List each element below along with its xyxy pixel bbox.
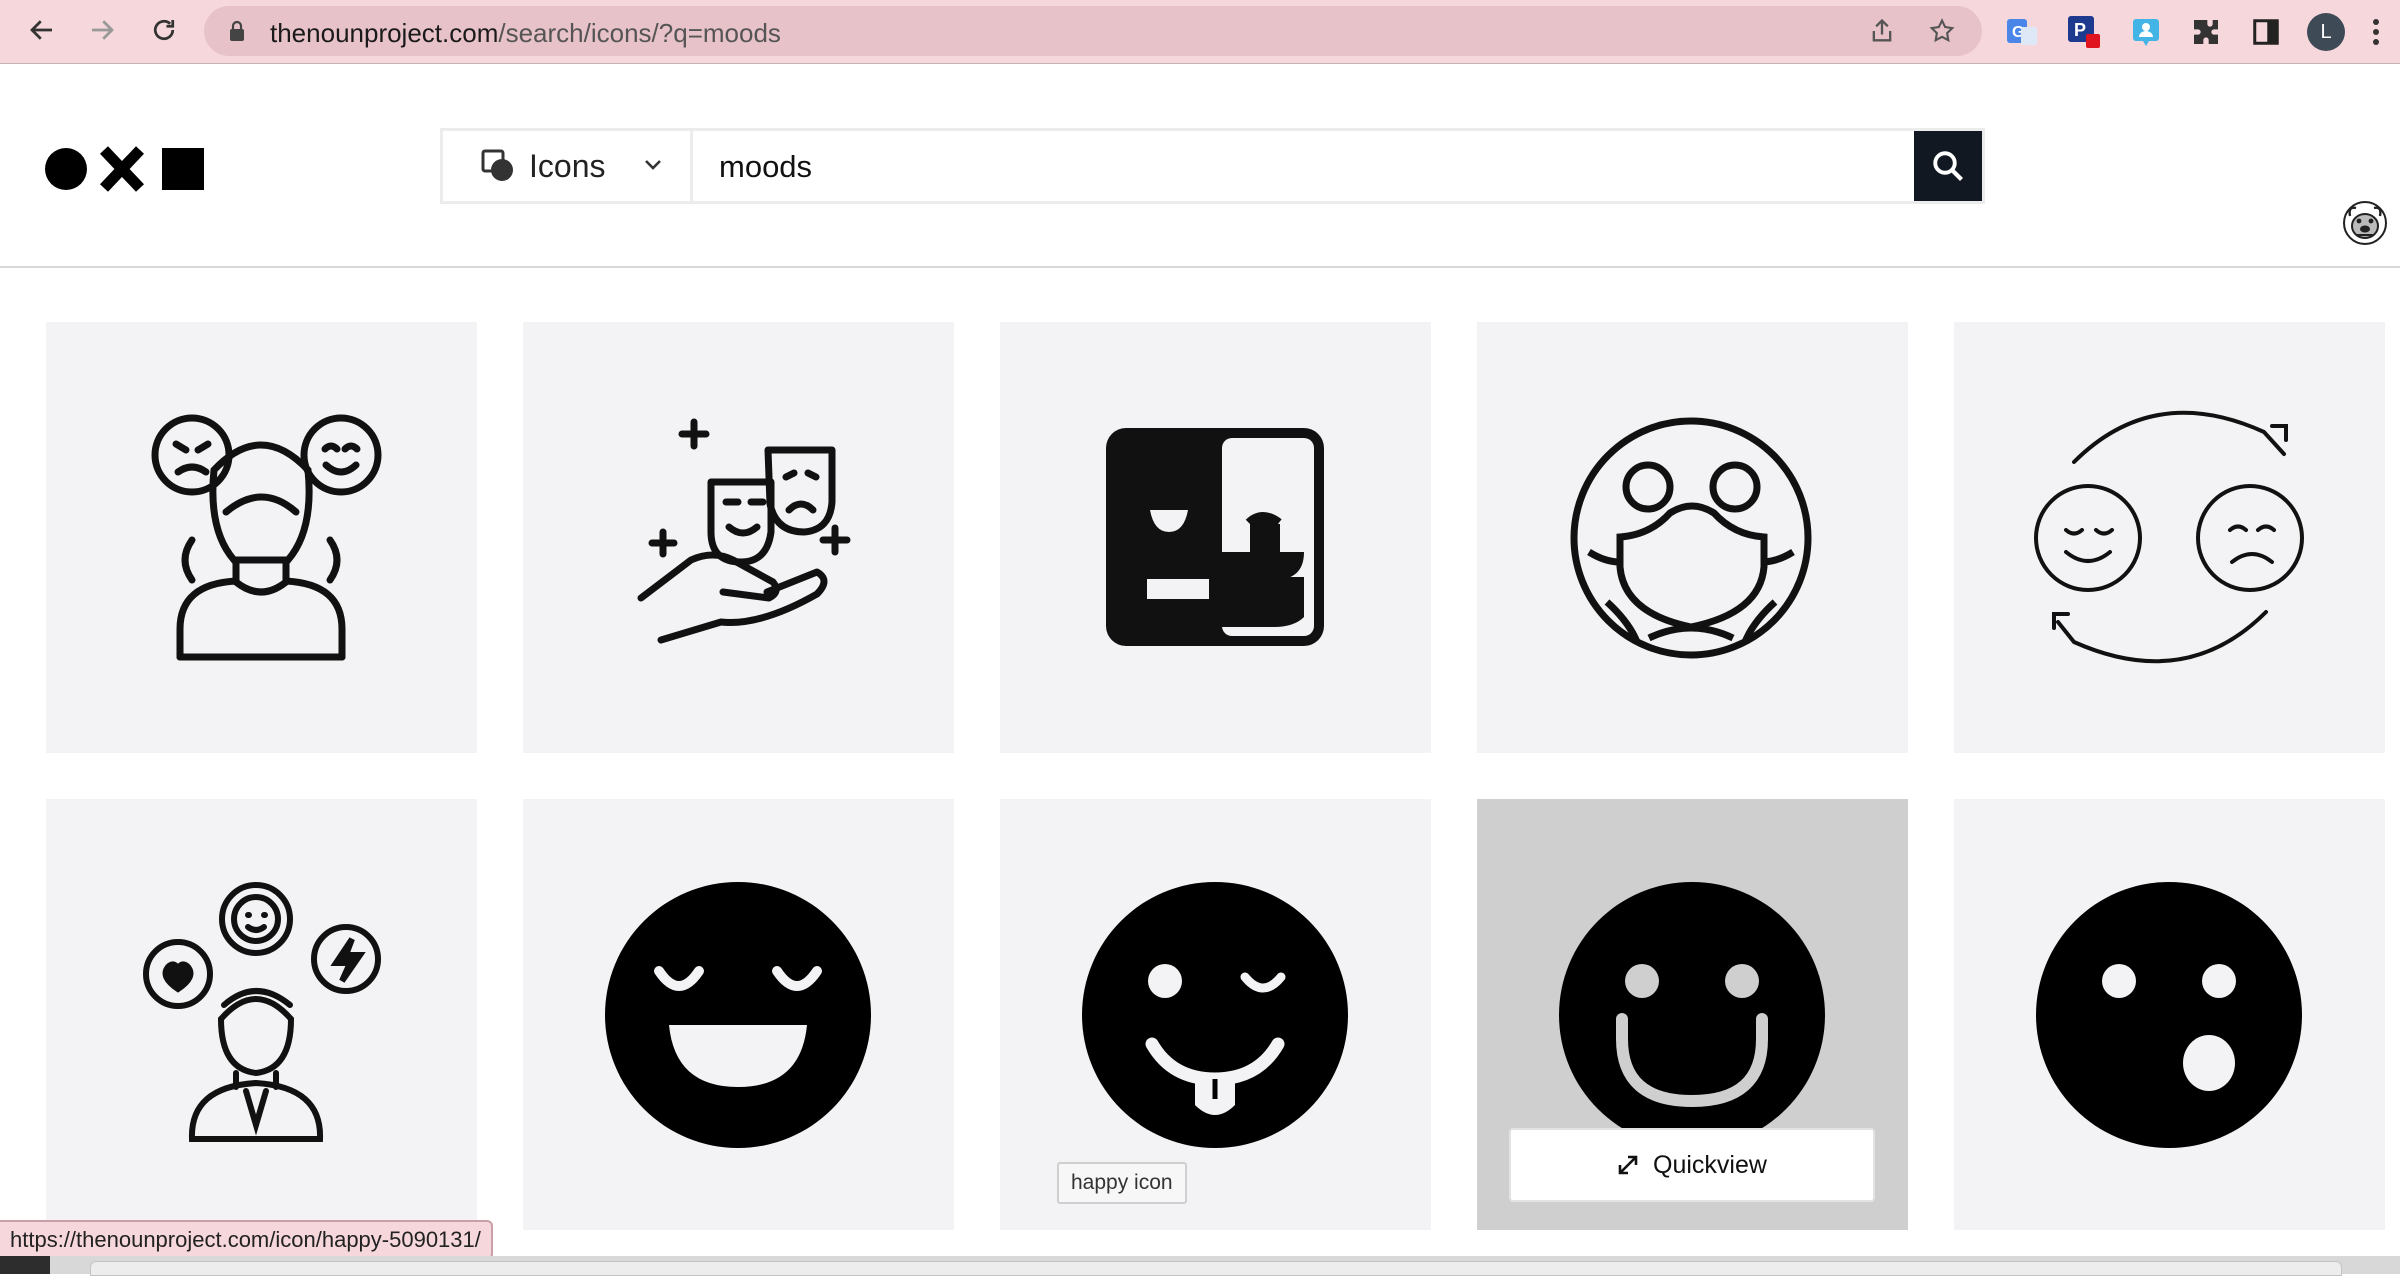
more-vertical-icon	[2373, 19, 2379, 45]
result-tile[interactable]	[1954, 799, 2385, 1230]
puzzle-piece-icon	[2194, 20, 2218, 44]
result-tile[interactable]	[1477, 322, 1908, 753]
site-header: Icons	[0, 64, 2400, 268]
back-arrow-icon	[30, 20, 52, 40]
mood-swing-icon	[2034, 410, 2304, 664]
share-icon[interactable]	[1868, 17, 1896, 45]
translate-icon: G	[2007, 19, 2037, 45]
svg-text:P: P	[2074, 20, 2086, 40]
url-path: /search/icons/?q=moods	[498, 18, 781, 48]
result-tile[interactable]	[523, 799, 954, 1230]
split-face-icon	[1106, 428, 1324, 646]
emotional-person-icon	[143, 882, 381, 1142]
address-bar[interactable]: thenounproject.com/search/icons/?q=moods	[204, 6, 1982, 56]
p-badge-icon: P	[2068, 16, 2100, 48]
lock-icon	[230, 20, 244, 41]
chevron-down-icon	[645, 160, 661, 170]
horizontal-scrollbar[interactable]	[0, 1256, 2400, 1276]
search-input[interactable]	[697, 131, 1871, 203]
search-button[interactable]	[1914, 131, 1982, 201]
paypal-extension[interactable]: P	[2064, 12, 2104, 52]
laughing-face-icon	[605, 882, 871, 1148]
browser-menu-button[interactable]	[2366, 12, 2386, 52]
browser-toolbar: thenounproject.com/search/icons/?q=moods…	[0, 0, 2400, 64]
noun-project-logo[interactable]	[44, 144, 214, 194]
url-text: thenounproject.com/search/icons/?q=moods	[270, 18, 781, 49]
result-tile[interactable]	[1954, 322, 2385, 753]
person-moods-icon	[151, 414, 382, 661]
icon-tooltip: happy icon	[1057, 1162, 1187, 1204]
result-tile[interactable]	[523, 322, 954, 753]
contact-extension[interactable]	[2126, 12, 2166, 52]
search-bar: Icons	[440, 128, 1985, 204]
back-button[interactable]	[22, 10, 62, 50]
link-status-bar: https://thenounproject.com/icon/happy-50…	[0, 1220, 493, 1260]
profile-button[interactable]: L	[2306, 12, 2346, 52]
surprised-face-icon	[2036, 882, 2302, 1148]
side-panel-button[interactable]	[2246, 12, 2286, 52]
google-translate-extension[interactable]: G	[2002, 12, 2042, 52]
side-panel-icon	[2253, 19, 2279, 45]
reload-icon	[153, 19, 175, 41]
result-tile[interactable]	[1000, 322, 1431, 753]
taskbar-edge	[0, 1256, 50, 1274]
expand-arrow-icon	[1618, 1155, 1638, 1175]
forward-button[interactable]	[82, 10, 122, 50]
quickview-button[interactable]: Quickview	[1509, 1128, 1875, 1202]
search-icon	[1933, 151, 1963, 181]
user-avatar[interactable]	[2342, 200, 2388, 246]
result-tile[interactable]	[46, 322, 477, 753]
shapes-icon	[481, 149, 513, 181]
search-type-dropdown[interactable]: Icons	[443, 131, 693, 201]
forward-arrow-icon	[92, 20, 114, 40]
reload-button[interactable]	[144, 10, 184, 50]
person-badge-icon	[2133, 19, 2159, 46]
extensions-button[interactable]	[2186, 12, 2226, 52]
theater-masks-hand-icon	[637, 418, 851, 644]
masked-face-icon	[1570, 417, 1812, 659]
profile-avatar: L	[2307, 13, 2345, 51]
bookmark-star-icon[interactable]	[1928, 17, 1956, 45]
url-host: thenounproject.com	[270, 18, 499, 48]
search-type-label: Icons	[529, 147, 606, 184]
quickview-label: Quickview	[1653, 1150, 1767, 1179]
result-tile[interactable]	[46, 799, 477, 1230]
